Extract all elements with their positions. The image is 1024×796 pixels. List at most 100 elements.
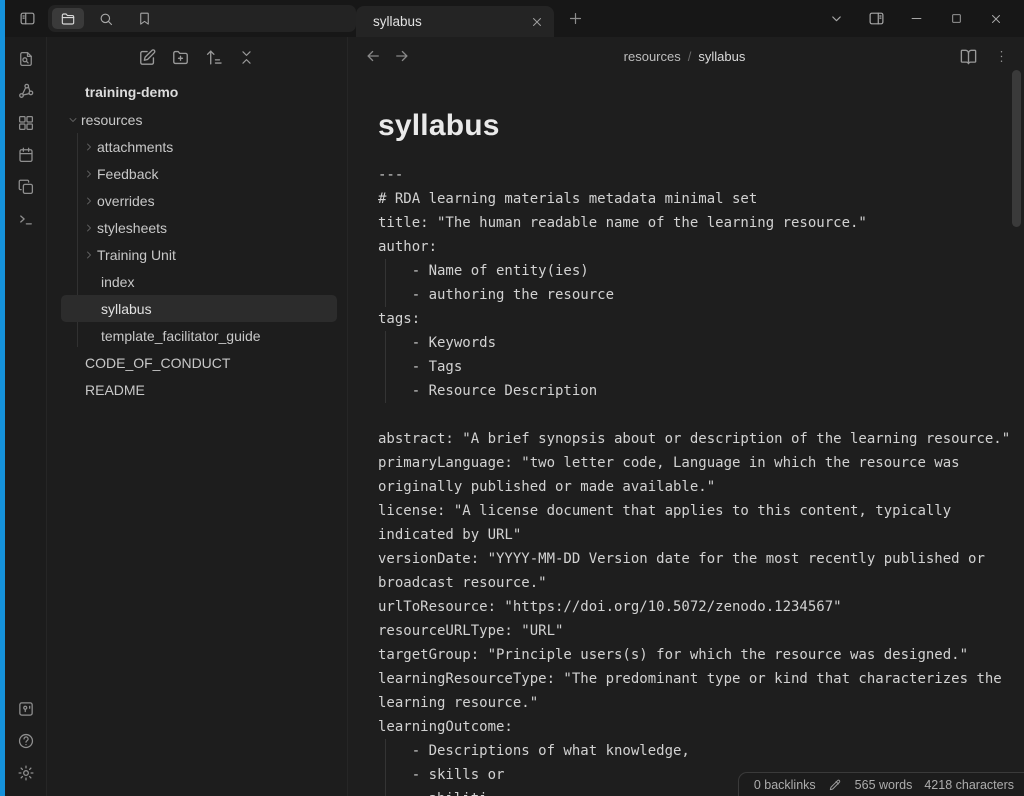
indent-guide (385, 283, 386, 307)
forward-arrow-icon[interactable] (392, 47, 411, 66)
tab-title: syllabus (373, 14, 530, 29)
editor-line: learning resource." (378, 691, 1024, 715)
editor-line: - Name of entity(ies) (378, 259, 1024, 283)
editor-line: learningOutcome: (378, 715, 1024, 739)
tab-syllabus[interactable]: syllabus (356, 6, 554, 37)
new-folder-button[interactable] (171, 48, 190, 67)
file-tree: resources attachmentsFeedback overrides sty… (47, 106, 347, 403)
tab-close-icon[interactable] (530, 15, 544, 29)
tree-item-index[interactable]: index (61, 268, 337, 295)
breadcrumb-separator: / (688, 49, 692, 64)
editor-line: indicated by URL" (378, 523, 1024, 547)
left-sidebar-toggle-icon[interactable] (14, 6, 40, 32)
chevron-down-icon[interactable] (67, 114, 81, 126)
new-note-button[interactable] (138, 48, 157, 67)
pencil-icon[interactable] (828, 777, 843, 792)
editor-pane: resources / syllabus syllabus ---# RDA lea… (348, 37, 1024, 796)
editor-line: title: "The human readable name of the l… (378, 211, 1024, 235)
tree-item-Feedback[interactable]: Feedback (61, 160, 337, 187)
status-bar: 0 backlinks 565 words 4218 characters (738, 772, 1024, 796)
chevron-right-icon[interactable] (83, 168, 97, 180)
collapse-all-button[interactable] (237, 48, 256, 67)
titlebar: syllabus (5, 0, 1024, 37)
backlinks-count[interactable]: 0 backlinks (754, 778, 816, 792)
help-icon[interactable] (17, 732, 35, 750)
indent-guide (385, 355, 386, 379)
back-arrow-icon[interactable] (363, 47, 382, 66)
canvas-grid-icon[interactable] (17, 114, 35, 132)
ribbon (5, 37, 47, 796)
explorer-actions (47, 48, 347, 67)
right-sidebar-toggle-icon[interactable] (859, 5, 893, 33)
tree-item-stylesheets[interactable]: stylesheets (61, 214, 337, 241)
tree-item-syllabus[interactable]: syllabus (61, 295, 337, 322)
chevron-right-icon[interactable] (83, 222, 97, 234)
file-search-icon[interactable] (17, 50, 35, 68)
editor-line: - Resource Description (378, 379, 1024, 403)
graph-view-icon[interactable] (17, 82, 35, 100)
editor-line: - Descriptions of what knowledge, (378, 739, 1024, 763)
tree-item-Training Unit[interactable]: Training Unit (61, 241, 337, 268)
editor-line: license: "A license document that applie… (378, 499, 1024, 523)
editor-line: resourceURLType: "URL" (378, 619, 1024, 643)
editor-scrollbar[interactable] (1012, 70, 1021, 227)
editor-line: - Tags (378, 355, 1024, 379)
new-tab-icon[interactable] (563, 7, 587, 31)
tree-item-attachments[interactable]: attachments (61, 133, 337, 160)
editor-line: author: (378, 235, 1024, 259)
search-tab-icon[interactable] (90, 8, 122, 29)
chevron-right-icon[interactable] (83, 141, 97, 153)
minimize-icon[interactable] (899, 5, 933, 33)
obsidian-window: syllabus tra (0, 0, 1024, 796)
more-options-icon[interactable] (991, 46, 1011, 66)
maximize-icon[interactable] (939, 5, 973, 33)
breadcrumb: resources / syllabus (411, 49, 958, 64)
workspace: training-demo resourcesattachmentsFeedba… (5, 37, 1024, 796)
chevron-right-icon[interactable] (83, 249, 97, 261)
editor-line: targetGroup: "Principle users(s) for whi… (378, 643, 1024, 667)
breadcrumb-parent[interactable]: resources (624, 49, 681, 64)
vault-switcher-icon[interactable] (17, 700, 35, 718)
sidebar-tab-strip (48, 5, 356, 32)
editor-line: versionDate: "YYYY-MM-DD Version date fo… (378, 547, 1024, 571)
sort-order-button[interactable] (204, 48, 223, 67)
tab-list-chevron-down-icon[interactable] (819, 5, 853, 33)
indent-guide (385, 259, 386, 283)
tree-item-label: stylesheets (97, 220, 167, 236)
note-body: ---# RDA learning materials metadata min… (378, 163, 1024, 796)
inline-title[interactable]: syllabus (378, 108, 1024, 143)
editor-line: tags: (378, 307, 1024, 331)
tree-item-label: template_facilitator_guide (101, 328, 261, 344)
editor-line: broadcast resource." (378, 571, 1024, 595)
character-count: 4218 characters (924, 778, 1014, 792)
indent-guide (385, 739, 386, 763)
editor-line: # RDA learning materials metadata minima… (378, 187, 1024, 211)
breadcrumb-current[interactable]: syllabus (698, 49, 745, 64)
tree-item-label: CODE_OF_CONDUCT (85, 355, 230, 371)
calendar-icon[interactable] (17, 146, 35, 164)
view-actions (958, 46, 1011, 66)
editor-line: originally published or made available." (378, 475, 1024, 499)
window-controls (819, 0, 1024, 37)
terminal-icon[interactable] (17, 210, 35, 228)
tree-item-label: overrides (97, 193, 155, 209)
editor-line: - authoring the resource (378, 283, 1024, 307)
copy-icon[interactable] (17, 178, 35, 196)
tree-item-label: index (101, 274, 134, 290)
editor-line: --- (378, 163, 1024, 187)
reading-mode-book-icon[interactable] (958, 46, 978, 66)
indent-guide (385, 331, 386, 355)
tree-item-README[interactable]: README (61, 376, 337, 403)
indent-guide (385, 787, 386, 796)
close-icon[interactable] (979, 5, 1013, 33)
tree-item-template_facilitator_guide[interactable]: template_facilitator_guide (61, 322, 337, 349)
tree-item-resources[interactable]: resources (61, 106, 337, 133)
bookmarks-tab-icon[interactable] (128, 8, 160, 29)
files-tab-icon[interactable] (52, 8, 84, 29)
note-editor[interactable]: syllabus ---# RDA learning materials met… (348, 75, 1024, 796)
chevron-right-icon[interactable] (83, 195, 97, 207)
tree-item-overrides[interactable]: overrides (61, 187, 337, 214)
tree-item-CODE_OF_CONDUCT[interactable]: CODE_OF_CONDUCT (61, 349, 337, 376)
settings-icon[interactable] (17, 764, 35, 782)
tree-item-label: resources (81, 112, 142, 128)
